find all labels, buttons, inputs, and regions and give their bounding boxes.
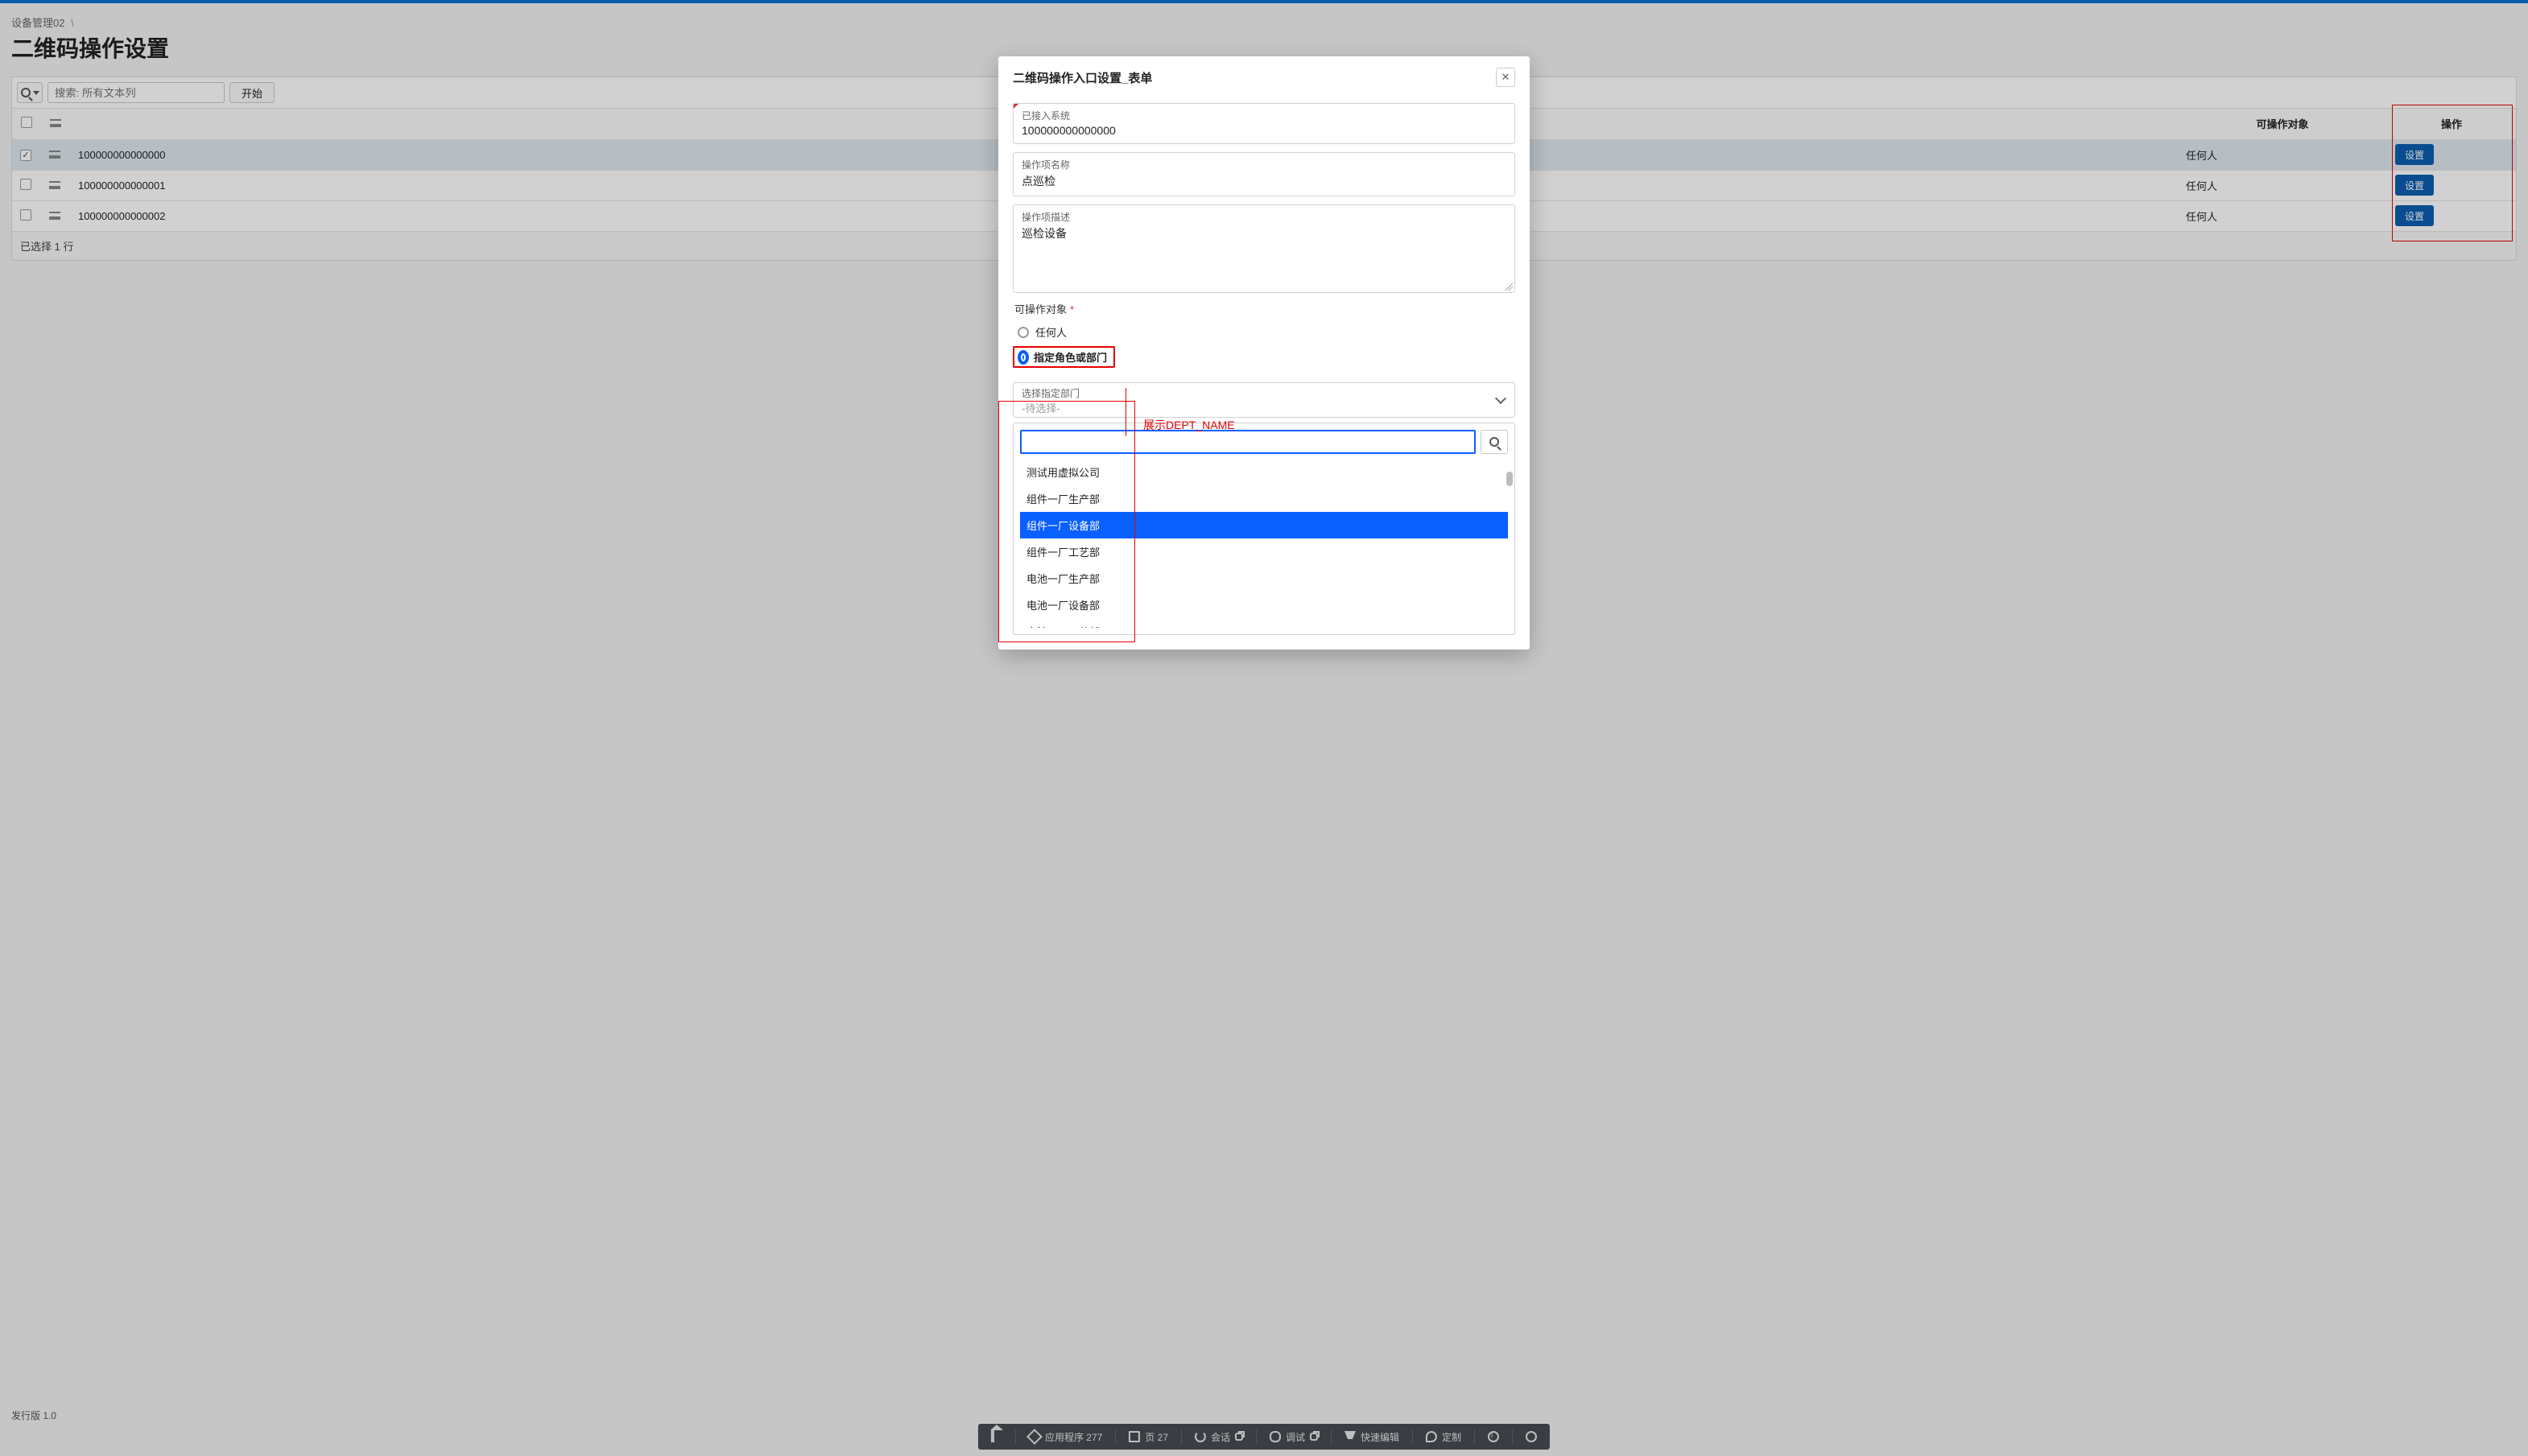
chevron-down-icon <box>1495 393 1506 404</box>
dept-select[interactable]: 选择指定部门 -待选择- <box>1013 382 1515 418</box>
radio-any-label: 任何人 <box>1035 324 1067 340</box>
field-name-label: 操作项名称 <box>1022 158 1506 171</box>
radio-icon <box>1018 350 1029 365</box>
dept-option-list[interactable]: 测试用虚拟公司 组件一厂生产部 组件一厂设备部 组件一厂工艺部 电池一厂生产部 … <box>1020 459 1508 628</box>
dept-option[interactable]: 组件一厂工艺部 <box>1020 538 1508 565</box>
dept-option[interactable]: 测试用虚拟公司 <box>1020 459 1508 485</box>
scrollbar-thumb[interactable] <box>1506 472 1513 486</box>
field-system[interactable]: 已接入系统 100000000000000 <box>1013 103 1515 144</box>
required-star: * <box>1070 303 1074 316</box>
dept-option[interactable]: 组件一厂设备部 <box>1020 512 1508 538</box>
dept-option[interactable]: 组件一厂生产部 <box>1020 485 1508 512</box>
field-desc-value: 巡检设备 <box>1022 225 1506 241</box>
dialog-title: 二维码操作入口设置_表单 <box>1013 69 1152 86</box>
dept-search-button[interactable] <box>1481 430 1508 454</box>
dept-search-input[interactable] <box>1020 430 1476 454</box>
dept-select-arrow[interactable] <box>1487 383 1514 417</box>
close-icon: ✕ <box>1502 71 1510 84</box>
annotation-radio-box: 指定角色或部门 <box>1013 346 1115 368</box>
form-dialog: 二维码操作入口设置_表单 ✕ 已接入系统 100000000000000 操作项… <box>998 56 1530 650</box>
dept-option[interactable]: 电池一厂设备部 <box>1020 592 1508 618</box>
dept-select-placeholder: -待选择- <box>1022 400 1479 415</box>
close-button[interactable]: ✕ <box>1496 68 1515 87</box>
field-system-label: 已接入系统 <box>1022 109 1506 122</box>
dept-dropdown: 测试用虚拟公司 组件一厂生产部 组件一厂设备部 组件一厂工艺部 电池一厂生产部 … <box>1013 423 1515 635</box>
field-name[interactable]: 操作项名称 点巡检 <box>1013 152 1515 196</box>
dept-select-label: 选择指定部门 <box>1022 386 1479 400</box>
search-icon <box>1489 437 1499 447</box>
radio-specific[interactable]: 指定角色或部门 <box>1013 343 1515 371</box>
resize-handle[interactable] <box>1505 283 1513 291</box>
modal-overlay: 二维码操作入口设置_表单 ✕ 已接入系统 100000000000000 操作项… <box>0 0 2528 1456</box>
dept-option[interactable]: 电池一厂工艺部 <box>1020 618 1508 628</box>
target-group-label: 可操作对象* <box>1014 301 1515 316</box>
radio-any[interactable]: 任何人 <box>1013 321 1515 343</box>
field-system-value: 100000000000000 <box>1022 124 1506 137</box>
field-desc[interactable]: 操作项描述 巡检设备 <box>1013 204 1515 293</box>
radio-specific-label: 指定角色或部门 <box>1034 349 1107 365</box>
field-name-value: 点巡检 <box>1022 173 1506 189</box>
field-desc-label: 操作项描述 <box>1022 210 1506 224</box>
radio-icon <box>1018 327 1029 338</box>
dept-option[interactable]: 电池一厂生产部 <box>1020 565 1508 592</box>
